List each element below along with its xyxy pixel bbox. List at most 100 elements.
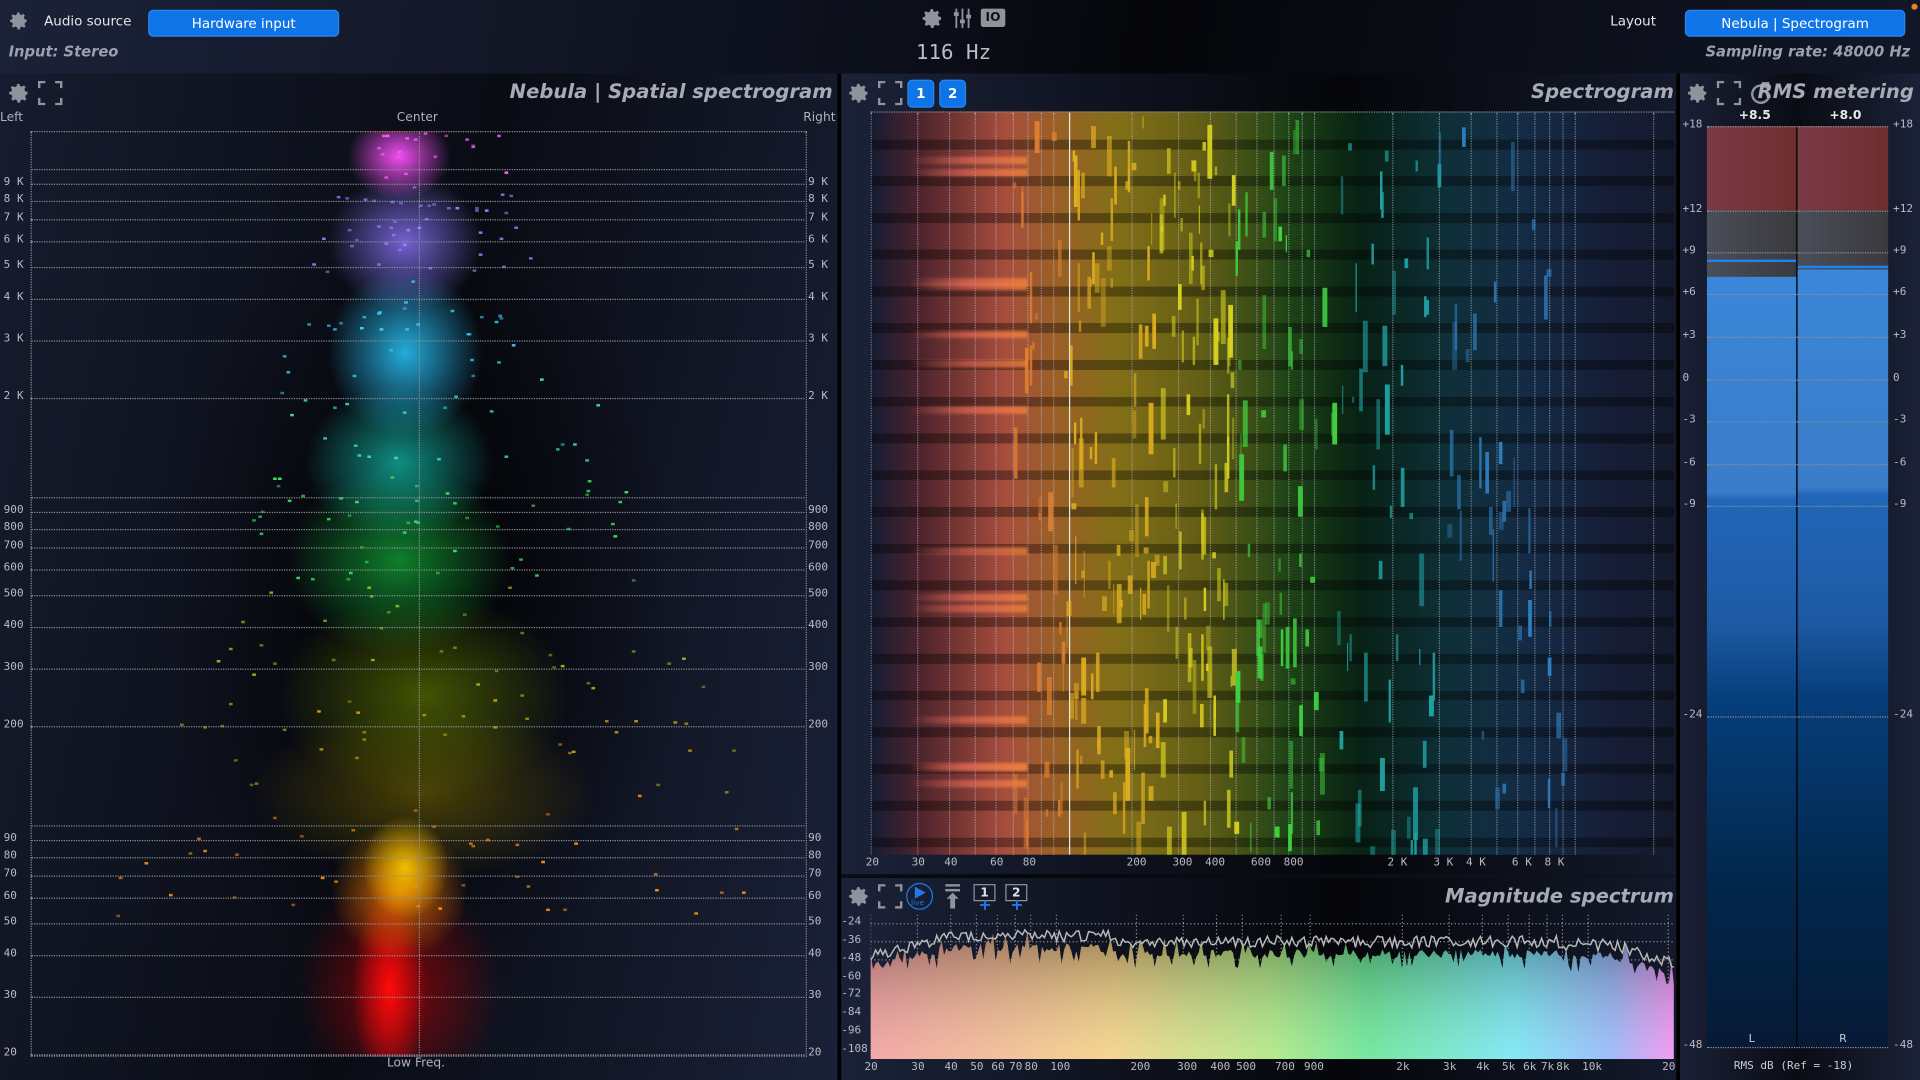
nebula-particle xyxy=(202,849,207,853)
nebula-tick-left: 50 xyxy=(3,916,17,929)
spectrogram-streak xyxy=(1201,266,1205,290)
spectrogram-streak xyxy=(1083,832,1087,855)
nebula-particle xyxy=(479,231,483,235)
spectrogram-streak xyxy=(1059,622,1063,635)
nebula-particle xyxy=(357,454,361,457)
rms-settings-gear-icon[interactable] xyxy=(1685,81,1709,110)
magnitude-db-tick: -48 xyxy=(841,952,862,965)
spectrogram-streak xyxy=(1400,467,1405,508)
magnitude-freq-tick: 400 xyxy=(1210,1061,1231,1074)
spectrogram-streak xyxy=(1145,325,1150,348)
nebula-particle xyxy=(610,523,615,526)
spectrogram-streak xyxy=(1070,345,1073,386)
spectrogram-streak xyxy=(1230,676,1233,687)
nebula-particle xyxy=(504,171,508,174)
magnitude-plot[interactable] xyxy=(870,914,1674,1060)
spectrogram-streak xyxy=(1077,263,1081,313)
nebula-particle xyxy=(367,455,372,458)
audio-source-dropdown[interactable]: Hardware input xyxy=(148,9,340,37)
nebula-tick-left: 700 xyxy=(3,540,24,553)
spectrogram-settings-gear-icon[interactable] xyxy=(846,81,870,110)
nebula-particle xyxy=(333,327,337,331)
frequency-readout: 116 Hz xyxy=(915,40,992,65)
nebula-tick-right: 20 xyxy=(808,1046,822,1060)
spectrogram-streak xyxy=(1278,557,1282,573)
rms-tick-left: -6 xyxy=(1682,456,1696,469)
magnitude-freq-tick: 4k xyxy=(1476,1061,1490,1074)
magnitude-db-tick: -72 xyxy=(841,988,862,1001)
rms-gridline xyxy=(1706,716,1889,718)
spectrogram-streak xyxy=(1119,600,1124,608)
peak-hold-icon[interactable] xyxy=(944,884,961,913)
spectrogram-streak xyxy=(1192,337,1195,365)
spectrogram-streak xyxy=(1156,712,1160,748)
spectrogram-streak xyxy=(1029,272,1033,323)
mixer-sliders-icon[interactable] xyxy=(951,7,973,34)
nebula-tick-right: 6 K xyxy=(808,233,829,247)
channel-2-button[interactable]: 2 xyxy=(939,79,967,108)
nebula-particle xyxy=(384,176,389,180)
live-button[interactable]: live xyxy=(906,882,934,910)
snapshot-2-add-icon[interactable]: + xyxy=(1010,898,1023,914)
nebula-tick-right: 5 K xyxy=(808,259,829,273)
rms-tick-left: +18 xyxy=(1682,118,1703,132)
channel-1-button[interactable]: 1 xyxy=(907,79,935,108)
spectrogram-streak xyxy=(1262,295,1266,349)
nebula-plot[interactable] xyxy=(30,131,807,1057)
spectrogram-streak xyxy=(1166,825,1172,855)
spectrogram-streak xyxy=(1267,797,1271,810)
nebula-particle xyxy=(359,326,364,330)
spectrogram-plot[interactable] xyxy=(870,111,1674,855)
nebula-particle xyxy=(405,521,410,524)
spectrogram-streak xyxy=(1141,115,1145,129)
spectrogram-fullscreen-icon[interactable] xyxy=(877,80,903,110)
spectrogram-streak xyxy=(1279,592,1283,615)
nebula-particle xyxy=(402,243,407,246)
nebula-gridline xyxy=(30,996,805,998)
peak-marker xyxy=(1706,259,1797,262)
nebula-particle xyxy=(528,257,533,260)
nebula-particle xyxy=(413,885,418,888)
nebula-particle xyxy=(351,828,356,831)
magnitude-fullscreen-icon[interactable] xyxy=(877,884,903,913)
spectrogram-streak xyxy=(1337,610,1341,646)
nebula-fullscreen-icon[interactable] xyxy=(37,80,63,110)
nebula-particle xyxy=(362,730,367,734)
nebula-particle xyxy=(494,670,499,673)
nebula-particle xyxy=(596,404,601,407)
spectrogram-streak xyxy=(1554,808,1558,847)
spectrogram-tick: 3 K xyxy=(1433,857,1454,870)
rms-fullscreen-icon[interactable] xyxy=(1716,80,1742,110)
spectrogram-streak xyxy=(1231,174,1236,207)
spectrogram-streak xyxy=(1020,192,1024,228)
magnitude-settings-gear-icon[interactable] xyxy=(846,884,870,913)
nebula-particle xyxy=(437,906,442,910)
nebula-gridline xyxy=(30,340,805,342)
spectrogram-harmonic xyxy=(908,406,1028,414)
audio-source-gear-icon[interactable] xyxy=(7,10,29,37)
spectrogram-harmonic xyxy=(908,330,1028,339)
layout-dropdown[interactable]: Nebula | Spectrogram xyxy=(1684,9,1906,37)
rms-tick-right: -3 xyxy=(1893,413,1907,427)
nebula-particle xyxy=(354,500,359,504)
global-settings-gear-icon[interactable] xyxy=(920,6,944,35)
spectrogram-streak xyxy=(1529,570,1533,589)
spectrogram-streak xyxy=(1148,736,1153,744)
nebula-particle xyxy=(584,493,589,496)
nebula-particle xyxy=(587,480,592,483)
nebula-gridline xyxy=(30,923,805,925)
snapshot-1-add-icon[interactable]: + xyxy=(978,898,991,914)
spectrogram-streak xyxy=(1352,396,1355,403)
nebula-particle xyxy=(453,501,458,505)
nebula-particle xyxy=(327,517,331,521)
spectrogram-streak xyxy=(1506,491,1511,512)
io-icon[interactable]: IO xyxy=(980,8,1006,27)
nebula-settings-gear-icon[interactable] xyxy=(6,81,30,110)
spectrogram-streak xyxy=(1379,560,1383,580)
nebula-particle xyxy=(573,842,578,845)
level-bar xyxy=(1706,277,1797,1047)
nebula-particle xyxy=(395,604,400,608)
nebula-tick-left: 40 xyxy=(3,948,17,961)
spectrogram-streak xyxy=(1495,787,1500,810)
magnitude-freq-tick: 20k xyxy=(1662,1061,1676,1074)
